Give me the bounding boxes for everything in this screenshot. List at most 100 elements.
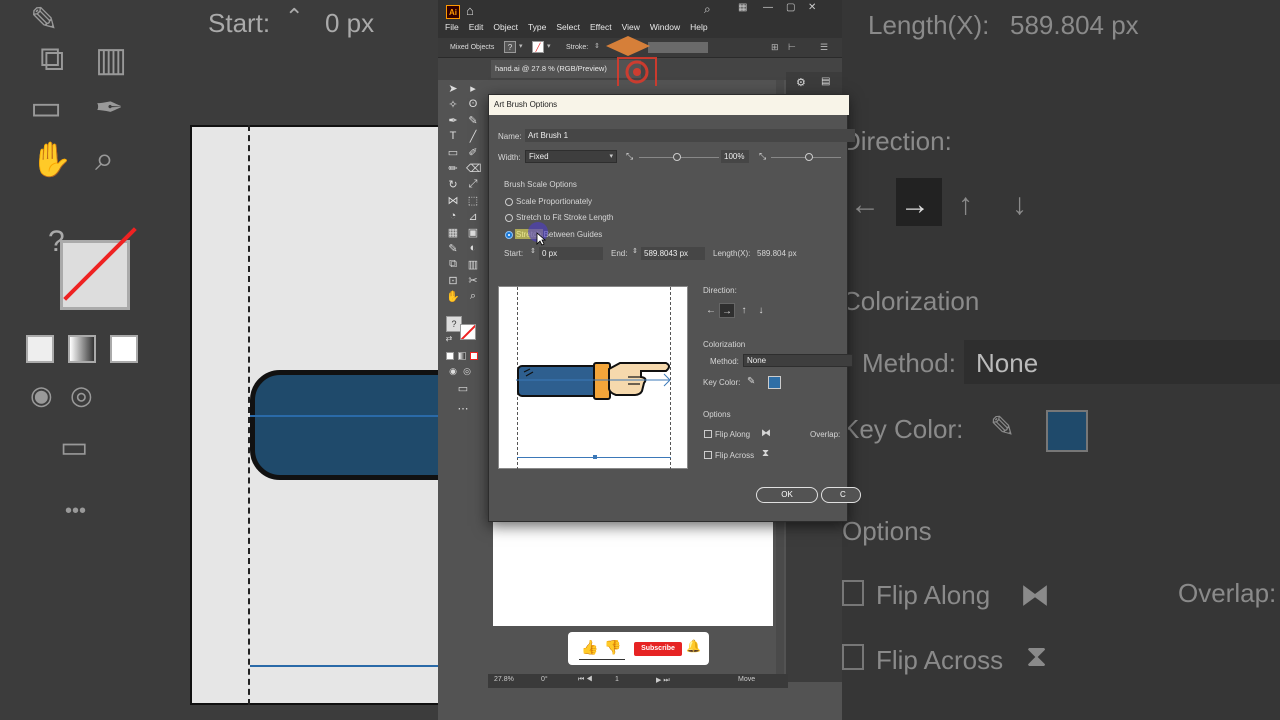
pen-tool-icon[interactable]: ✒ (446, 114, 460, 127)
artboard[interactable] (493, 520, 773, 626)
prev-artboard-icon[interactable]: ⏮ ◀ (578, 676, 593, 684)
align-icon[interactable]: ⊞ (771, 42, 779, 53)
start-stepper-icon[interactable]: ⇕ (530, 247, 536, 255)
search-icon[interactable]: ⌕ (704, 2, 711, 17)
edit-toolbar-icon[interactable]: ⋯ (456, 402, 470, 415)
home-icon[interactable]: ⌂ (466, 3, 474, 18)
flip-along-checkbox[interactable] (704, 430, 712, 438)
direct-selection-tool-icon[interactable]: ▸ (466, 82, 480, 95)
control-menu-icon[interactable]: ☰ (820, 42, 828, 53)
direction-label: Direction: (703, 286, 737, 295)
stroke-swatch[interactable]: ╱ (532, 41, 544, 53)
next-artboard-icon[interactable]: ▶ ⏭ (656, 676, 670, 685)
direction-left-button[interactable]: ← (703, 303, 719, 318)
gradient-tool-icon[interactable]: ▣ (466, 226, 480, 239)
eraser-tool-icon[interactable]: ⌫ (466, 162, 482, 175)
blend-tool-icon[interactable]: ◐ (466, 242, 480, 254)
hand-tool-icon[interactable]: ✋ (446, 290, 460, 303)
stretch-between-guides-radio[interactable] (505, 231, 513, 239)
none-mode-button[interactable] (470, 352, 478, 360)
cancel-button[interactable]: C (821, 487, 861, 503)
zoom-level[interactable]: 27.8% (494, 676, 514, 683)
pencil-tool-icon[interactable]: ✏ (446, 162, 460, 175)
paintbrush-tool-icon[interactable]: ✐ (466, 146, 480, 159)
scale-tool-icon[interactable]: ⤢ (466, 178, 480, 191)
flip-across-label[interactable]: Flip Across (715, 451, 754, 460)
direction-up-button[interactable]: ↑ (736, 303, 752, 318)
shape-builder-icon[interactable]: ◔ (446, 210, 460, 222)
name-field[interactable]: Art Brush 1 (525, 129, 855, 142)
stroke-stepper-icon[interactable]: ⇕ (594, 42, 600, 50)
screen-mode-icon[interactable]: ▭ (456, 382, 470, 395)
ok-button[interactable]: OK (756, 487, 818, 503)
menu-object[interactable]: Object (493, 22, 518, 32)
dislike-icon[interactable]: 👎 (604, 639, 621, 656)
mesh-tool-icon[interactable]: ▦ (446, 226, 460, 239)
like-icon[interactable]: 👍 (581, 639, 598, 656)
libraries-icon[interactable]: ▤ (821, 76, 830, 87)
width-max-slider-knob[interactable] (805, 153, 813, 161)
bell-icon[interactable]: 🔔 (686, 639, 701, 653)
scale-proportionately-label[interactable]: Scale Proportionately (516, 197, 592, 206)
selection-tool-icon[interactable]: ➤ (446, 82, 460, 95)
line-tool-icon[interactable]: ╱ (466, 130, 480, 143)
swap-fill-stroke-icon[interactable]: ⇄ (442, 334, 456, 343)
stroke-dropdown-icon[interactable]: ▾ (547, 42, 551, 50)
direction-down-button[interactable]: ↓ (753, 303, 769, 318)
width-slider-knob[interactable] (673, 153, 681, 161)
window-minimize[interactable]: — (763, 2, 773, 13)
width-select[interactable]: Fixed ▾ (525, 150, 617, 163)
column-graph-icon[interactable]: ▥ (466, 258, 480, 271)
width-percent-field[interactable]: 100% (721, 150, 749, 163)
key-color-swatch[interactable] (768, 376, 781, 389)
width-tool-icon[interactable]: ⋈ (446, 194, 460, 207)
lasso-icon[interactable]: ʘ (466, 98, 480, 110)
flip-along-label[interactable]: Flip Along (715, 430, 750, 439)
eyedropper-tool-icon[interactable]: ✎ (446, 242, 460, 255)
key-color-eyedropper-icon[interactable]: ✎ (747, 376, 755, 387)
window-close[interactable]: ✕ (808, 2, 816, 13)
magic-wand-icon[interactable]: ✧ (446, 98, 460, 111)
menu-file[interactable]: File (445, 22, 459, 32)
arrange-icon[interactable]: ▦ (738, 2, 747, 13)
draw-behind-icon[interactable]: ◎ (460, 366, 474, 377)
slice-tool-icon[interactable]: ✂ (466, 274, 480, 287)
stretch-to-fit-label[interactable]: Stretch to Fit Stroke Length (516, 213, 613, 222)
fill-swatch[interactable]: ? (504, 41, 516, 53)
draw-normal-icon[interactable]: ◉ (446, 366, 460, 377)
menu-select[interactable]: Select (556, 22, 580, 32)
perspective-grid-icon[interactable]: ⊿ (466, 210, 480, 223)
selection-type: Mixed Objects (450, 44, 495, 51)
flip-across-checkbox[interactable] (704, 451, 712, 459)
artboard-tool-icon[interactable]: ⊡ (446, 274, 460, 287)
gradient-mode-button[interactable] (458, 352, 466, 360)
scale-proportionately-radio[interactable] (505, 198, 513, 206)
subscribe-widget: 👍 👎 Subscribe 🔔 (568, 632, 709, 665)
end-stepper-icon[interactable]: ⇕ (632, 247, 638, 255)
subscribe-button[interactable]: Subscribe (634, 642, 682, 656)
menu-type[interactable]: Type (528, 22, 546, 32)
direction-right-button[interactable]: → (719, 303, 735, 318)
rotation-value[interactable]: 0° (541, 676, 548, 683)
rotate-tool-icon[interactable]: ↻ (446, 178, 460, 191)
method-select[interactable]: None (743, 354, 853, 367)
symbol-sprayer-icon[interactable]: ⧉ (446, 258, 460, 271)
transform-icon[interactable]: ⊢ (788, 42, 796, 53)
artboard-number[interactable]: 1 (615, 676, 619, 683)
start-field[interactable]: 0 px (539, 247, 603, 260)
zoom-tool-icon[interactable]: ⌕ (466, 290, 480, 303)
curvature-tool-icon[interactable]: ✎ (466, 114, 480, 127)
rectangle-tool-icon[interactable]: ▭ (446, 146, 460, 159)
stroke-color-box[interactable] (460, 324, 476, 340)
color-mode-button[interactable] (446, 352, 454, 360)
bg-method-value: None (976, 348, 1039, 378)
free-transform-icon[interactable]: ⬚ (466, 194, 480, 207)
type-tool-icon[interactable]: T (446, 130, 460, 142)
menu-help[interactable]: Help (690, 22, 707, 32)
fill-dropdown-icon[interactable]: ▾ (519, 42, 523, 50)
end-field[interactable]: 589.8043 px (641, 247, 705, 260)
window-maximize[interactable]: ▢ (786, 2, 795, 13)
stretch-to-fit-radio[interactable] (505, 214, 513, 222)
properties-gear-icon[interactable]: ⚙ (796, 76, 806, 89)
menu-edit[interactable]: Edit (469, 22, 484, 32)
